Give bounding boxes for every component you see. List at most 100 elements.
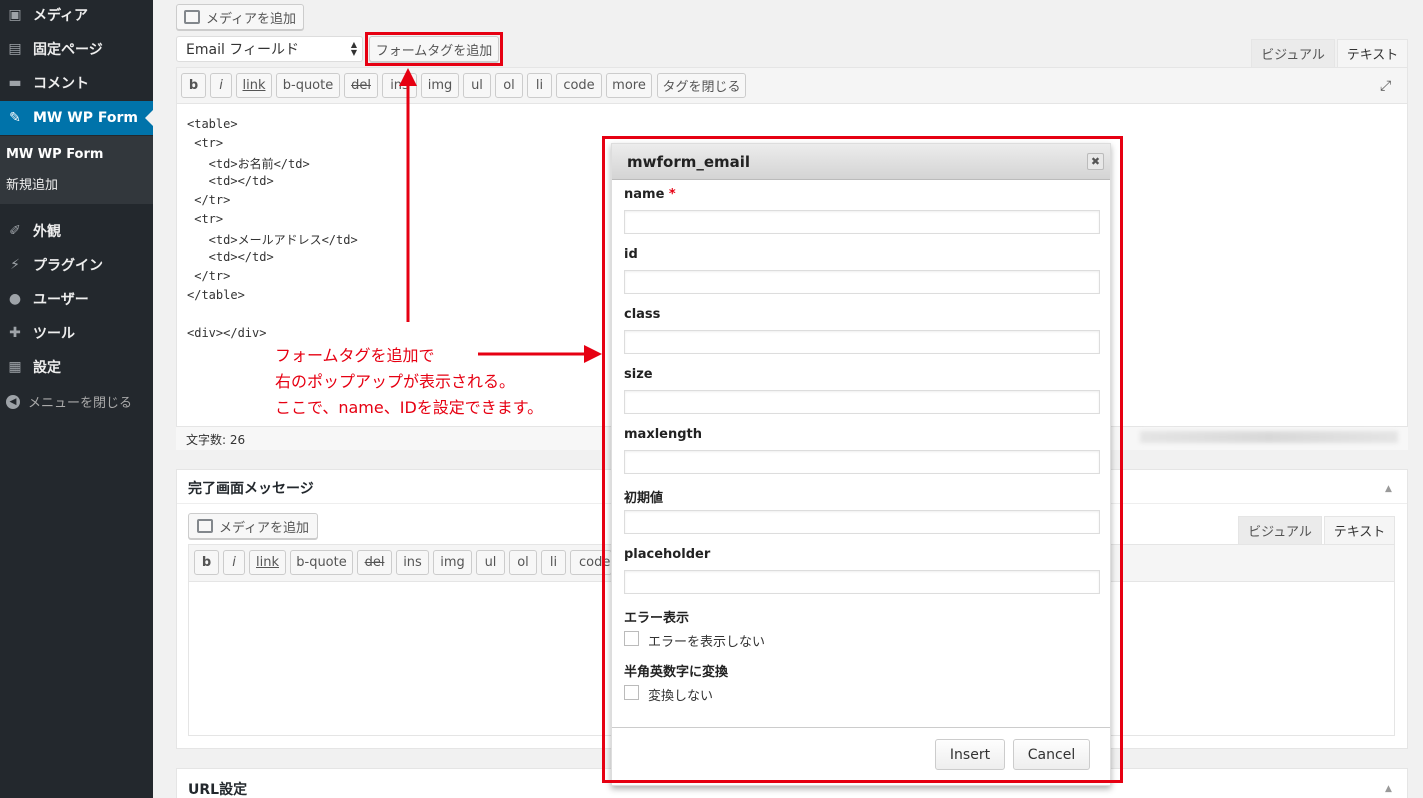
qt-li-button[interactable]: li: [527, 73, 552, 98]
qt-label: ins: [390, 78, 409, 93]
tab-visual-2[interactable]: ビジュアル: [1238, 516, 1322, 544]
qt-bquote-button[interactable]: b-quote: [276, 73, 340, 98]
qt-label: del: [364, 555, 385, 570]
qt-ol-button[interactable]: ol: [509, 550, 537, 575]
code-line: <td></td>: [187, 250, 274, 264]
code-line: <td>お名前</td>: [187, 157, 310, 171]
qt-label: タグを閉じる: [662, 80, 741, 95]
qt-close-tags-button[interactable]: タグを閉じる: [657, 73, 746, 98]
sidebar-item-appearance[interactable]: ✐ 外観: [0, 214, 153, 248]
submenu-item-mw-wp-form[interactable]: MW WP Form: [6, 147, 103, 162]
sidebar-item-mw-wp-form[interactable]: ✎ MW WP Form: [0, 101, 153, 135]
media-icon: [196, 519, 213, 533]
sidebar-item-pages[interactable]: ▤ 固定ページ: [0, 32, 153, 66]
sidebar-item-label: ツール: [33, 326, 75, 342]
fullscreen-icon[interactable]: ⤢: [1380, 78, 1391, 94]
tab-visual-label: ビジュアル: [1248, 525, 1312, 540]
qt-label: ol: [517, 555, 529, 570]
sidebar-item-label: ユーザー: [33, 292, 89, 308]
qt-img-button[interactable]: img: [421, 73, 459, 98]
code-line: <tr>: [187, 212, 224, 226]
collapse-caret-icon[interactable]: ▲: [1385, 484, 1392, 494]
plugin-icon: ⚡: [10, 257, 20, 273]
qt-label: b: [188, 78, 199, 93]
tab-text[interactable]: テキスト: [1337, 39, 1408, 67]
qt-li-button[interactable]: li: [541, 550, 566, 575]
qt-img-button[interactable]: img: [433, 550, 472, 575]
code-line: <table>: [187, 117, 238, 131]
tab-text-2[interactable]: テキスト: [1324, 516, 1395, 544]
code-line: <tr>: [187, 136, 224, 150]
qt-bquote-button[interactable]: b-quote: [290, 550, 353, 575]
qt-label: code: [563, 78, 595, 93]
qt-link-button[interactable]: link: [249, 550, 286, 575]
field-type-select[interactable]: Email フィールド ▲ ▼: [176, 36, 363, 62]
code-line: <td></td>: [187, 174, 274, 188]
qt-label: b-quote: [282, 78, 334, 93]
select-arrows-icon: ▲ ▼: [350, 40, 357, 57]
media-icon: ▣: [8, 7, 22, 23]
annotation-line: フォームタグを追加で: [275, 346, 435, 365]
qt-label: ul: [484, 555, 497, 570]
qt-label: img: [427, 78, 453, 93]
collapse-menu-button[interactable]: ◀ メニューを閉じる: [6, 392, 132, 411]
qt-label: ins: [403, 555, 422, 570]
submenu-item-add-new[interactable]: 新規追加: [6, 174, 58, 193]
qt-label: li: [549, 555, 558, 570]
qt-ins-button[interactable]: ins: [396, 550, 429, 575]
sidebar-item-plugins[interactable]: ⚡ プラグイン: [0, 248, 153, 282]
sidebar-submenu: MW WP Form 新規追加: [0, 136, 153, 204]
code-line: </tr>: [187, 269, 231, 283]
qt-link-button[interactable]: link: [236, 73, 272, 98]
word-count: 文字数: 26: [186, 433, 246, 447]
sidebar-item-settings[interactable]: ▦ 設定: [0, 350, 153, 384]
tab-text-label: テキスト: [1346, 48, 1399, 63]
qt-bold-button[interactable]: b: [194, 550, 219, 575]
wrench-icon: ✚: [9, 325, 21, 341]
sidebar-item-tools[interactable]: ✚ ツール: [0, 316, 153, 350]
qt-del-button[interactable]: del: [344, 73, 378, 98]
qt-label: li: [535, 78, 544, 93]
add-media-label: メディアを追加: [218, 520, 310, 536]
qt-ul-button[interactable]: ul: [463, 73, 491, 98]
qt-ins-button[interactable]: ins: [382, 73, 417, 98]
code-line: </table>: [187, 288, 245, 302]
add-media-button-2[interactable]: メディアを追加: [188, 513, 318, 539]
qt-ul-button[interactable]: ul: [476, 550, 505, 575]
pin-icon: ✎: [9, 110, 21, 126]
media-icon: [183, 10, 200, 24]
qt-label: b-quote: [296, 555, 347, 570]
tab-text-label: テキスト: [1333, 525, 1386, 540]
annotation-line: ここで、name、IDを設定できます。: [275, 398, 544, 417]
brush-icon: ✐: [9, 223, 21, 239]
sidebar-item-label: 外観: [33, 224, 61, 240]
highlight-box-add-tag: [365, 32, 503, 66]
sidebar-item-comments[interactable]: ▬ コメント: [0, 66, 153, 100]
add-media-button[interactable]: メディアを追加: [176, 4, 304, 30]
tab-visual[interactable]: ビジュアル: [1251, 39, 1335, 67]
qt-code-button[interactable]: code: [556, 73, 602, 98]
qt-label: b: [201, 555, 212, 570]
qt-more-button[interactable]: more: [606, 73, 652, 98]
sidebar-item-media[interactable]: ▣ メディア: [0, 0, 153, 32]
code-line: <div></div>: [187, 326, 267, 340]
code-line: </tr>: [187, 193, 231, 207]
qt-italic-button[interactable]: i: [223, 550, 245, 575]
annotation-text: フォームタグを追加で 右のポップアップが表示される。 ここで、name、IDを設…: [275, 343, 543, 421]
qt-label: more: [612, 78, 646, 93]
sidebar-item-users[interactable]: ● ユーザー: [0, 282, 153, 316]
qt-label: i: [219, 78, 223, 93]
admin-sidebar: ▣ メディア ▤ 固定ページ ▬ コメント ✎ MW WP Form MW WP For…: [0, 0, 153, 798]
collapse-caret-icon[interactable]: ▲: [1385, 784, 1392, 794]
tab-visual-label: ビジュアル: [1261, 48, 1325, 63]
qt-italic-button[interactable]: i: [210, 73, 232, 98]
qt-del-button[interactable]: del: [357, 550, 392, 575]
add-media-label: メディアを追加: [205, 11, 297, 27]
annotation-line: 右のポップアップが表示される。: [275, 372, 516, 391]
sidebar-item-label: コメント: [33, 76, 89, 92]
qt-bold-button[interactable]: b: [181, 73, 206, 98]
field-type-value: Email フィールド: [186, 42, 300, 58]
qt-label: link: [256, 555, 279, 570]
settings-icon: ▦: [8, 359, 22, 375]
qt-ol-button[interactable]: ol: [495, 73, 523, 98]
